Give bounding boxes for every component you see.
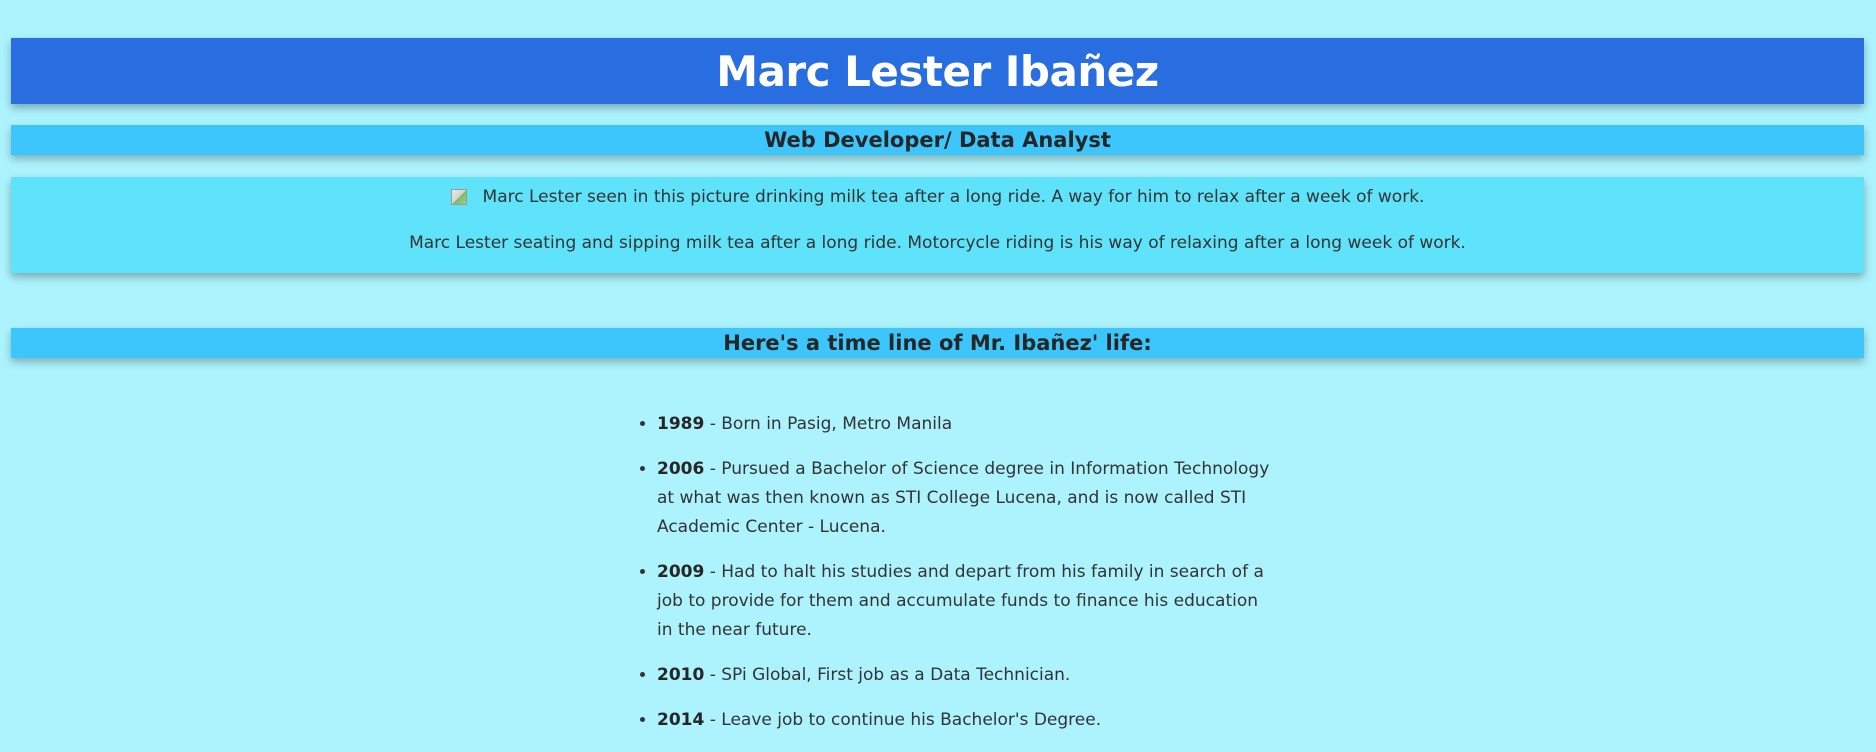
timeline-text: - SPi Global, First job as a Data Techni… <box>704 665 1071 685</box>
timeline-year: 2010 <box>657 665 705 685</box>
page-title: Marc Lester Ibañez <box>716 46 1159 96</box>
profile-photo: Marc Lester seen in this picture drinkin… <box>450 187 1425 207</box>
timeline-year: 2009 <box>657 562 705 582</box>
title-banner: Marc Lester Ibañez <box>11 38 1864 104</box>
timeline-year: 2006 <box>657 459 705 479</box>
timeline-text: - Pursued a Bachelor of Science degree i… <box>657 459 1270 537</box>
photo-figure: Marc Lester seen in this picture drinkin… <box>11 187 1864 207</box>
timeline-item: 2009 - Had to halt his studies and depar… <box>657 558 1277 645</box>
timeline-heading: Here's a time line of Mr. Ibañez' life: <box>723 331 1152 355</box>
broken-image-icon <box>450 189 467 205</box>
role-banner: Web Developer/ Data Analyst <box>11 125 1864 155</box>
timeline-item: 2014 - Leave job to continue his Bachelo… <box>657 706 1277 735</box>
timeline-text: - Had to halt his studies and depart fro… <box>657 562 1264 640</box>
timeline-item: 1989 - Born in Pasig, Metro Manila <box>657 410 1277 439</box>
role-subtitle: Web Developer/ Data Analyst <box>764 128 1111 152</box>
timeline-item: 2010 - SPi Global, First job as a Data T… <box>657 661 1277 690</box>
timeline-year: 1989 <box>657 414 705 434</box>
timeline-list: 1989 - Born in Pasig, Metro Manila 2006 … <box>637 410 1277 751</box>
timeline-text: - Born in Pasig, Metro Manila <box>704 414 953 434</box>
timeline-year: 2014 <box>657 710 705 730</box>
timeline-text: - Leave job to continue his Bachelor's D… <box>704 710 1102 730</box>
photo-caption: Marc Lester seating and sipping milk tea… <box>409 233 1466 253</box>
photo-alt-text: Marc Lester seen in this picture drinkin… <box>482 187 1425 207</box>
photo-panel: Marc Lester seen in this picture drinkin… <box>11 177 1864 273</box>
timeline-item: 2006 - Pursued a Bachelor of Science deg… <box>657 455 1277 542</box>
timeline-banner: Here's a time line of Mr. Ibañez' life: <box>11 328 1864 358</box>
